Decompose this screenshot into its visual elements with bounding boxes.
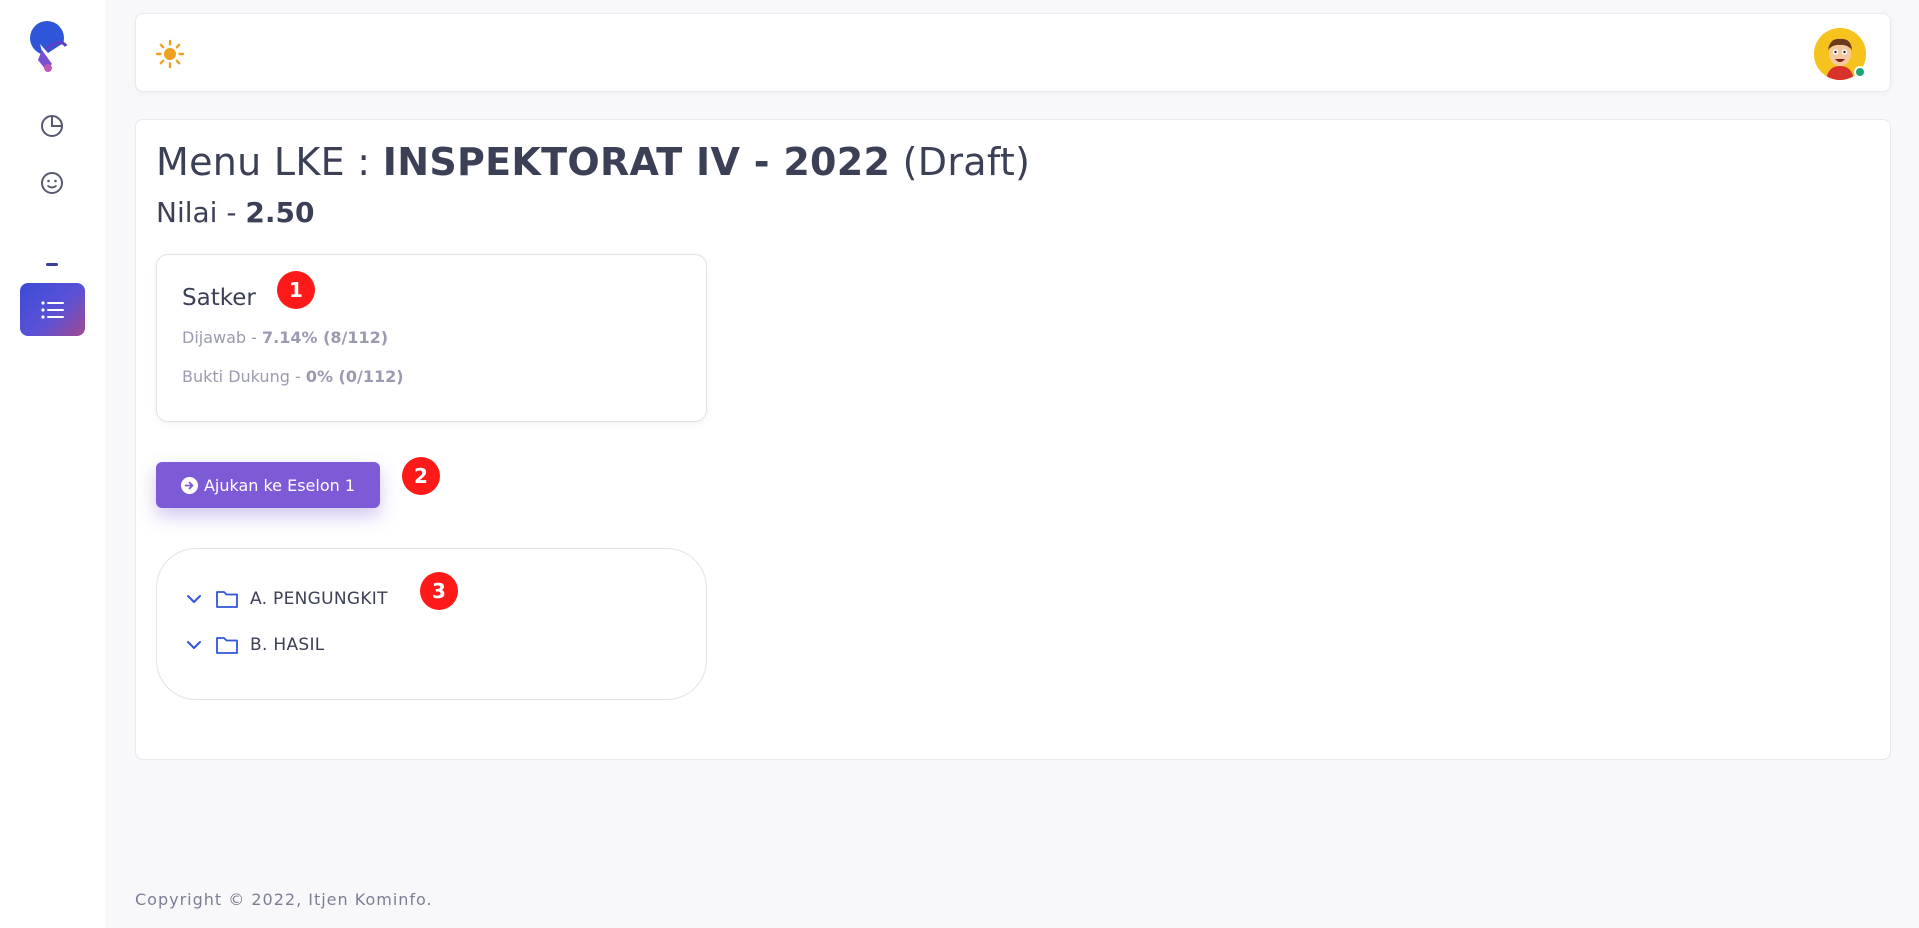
sidebar-item-lke-menu[interactable]	[20, 283, 85, 336]
title-entity: INSPEKTORAT IV - 2022	[382, 140, 891, 184]
submit-eselon-button[interactable]: Ajukan ke Eselon 1	[156, 462, 380, 508]
sidebar-divider	[46, 263, 58, 266]
tree-item-hasil[interactable]: B. HASIL	[185, 633, 325, 657]
sidebar-item-dashboard[interactable]	[36, 110, 68, 142]
satker-card: Satker Dijawab - 7.14% (8/112) Bukti Duk…	[156, 254, 707, 422]
pie-chart-icon	[41, 115, 63, 137]
sidebar-item-profile[interactable]	[36, 167, 68, 199]
folder-icon	[216, 591, 238, 608]
chevron-down-icon[interactable]	[185, 636, 203, 654]
bukti-value: 0% (0/112)	[305, 367, 404, 386]
satker-title: Satker	[182, 285, 256, 311]
nilai-value: 2.50	[245, 196, 315, 229]
nilai-label: Nilai -	[156, 196, 246, 229]
lke-tree: A. PENGUNGKIT B. HASIL	[156, 548, 707, 700]
sidebar	[0, 0, 105, 928]
bukti-dukung-stat: Bukti Dukung - 0% (0/112)	[182, 367, 404, 386]
tree-item-label: A. PENGUNGKIT	[250, 589, 388, 609]
title-prefix: Menu LKE :	[156, 140, 383, 184]
chevron-down-icon[interactable]	[185, 590, 203, 608]
app-logo[interactable]	[28, 20, 74, 74]
tree-item-pengungkit[interactable]: A. PENGUNGKIT	[185, 587, 388, 611]
dijawab-stat: Dijawab - 7.14% (8/112)	[182, 328, 388, 347]
bukti-label: Bukti Dukung -	[182, 367, 306, 386]
smiley-icon	[41, 172, 63, 194]
submit-eselon-label: Ajukan ke Eselon 1	[203, 475, 356, 495]
online-status-dot	[1854, 66, 1866, 78]
page-title: Menu LKE : INSPEKTORAT IV - 2022 (Draft)	[156, 140, 1030, 184]
annotation-badge-3: 3	[420, 572, 458, 610]
list-icon	[40, 300, 64, 319]
arrow-right-circle-icon	[180, 476, 198, 494]
title-status: (Draft)	[890, 140, 1031, 184]
tree-item-label: B. HASIL	[250, 635, 325, 655]
top-navbar	[135, 13, 1891, 92]
folder-icon	[216, 637, 238, 654]
dijawab-label: Dijawab -	[182, 328, 263, 347]
sun-icon[interactable]	[155, 39, 185, 69]
annotation-badge-1: 1	[277, 271, 315, 309]
annotation-badge-2: 2	[402, 457, 440, 495]
footer-copyright: Copyright © 2022, Itjen Kominfo.	[135, 890, 433, 909]
dijawab-value: 7.14% (8/112)	[262, 328, 389, 347]
nilai-score: Nilai - 2.50	[156, 196, 314, 229]
main-card: Menu LKE : INSPEKTORAT IV - 2022 (Draft)…	[135, 119, 1891, 760]
